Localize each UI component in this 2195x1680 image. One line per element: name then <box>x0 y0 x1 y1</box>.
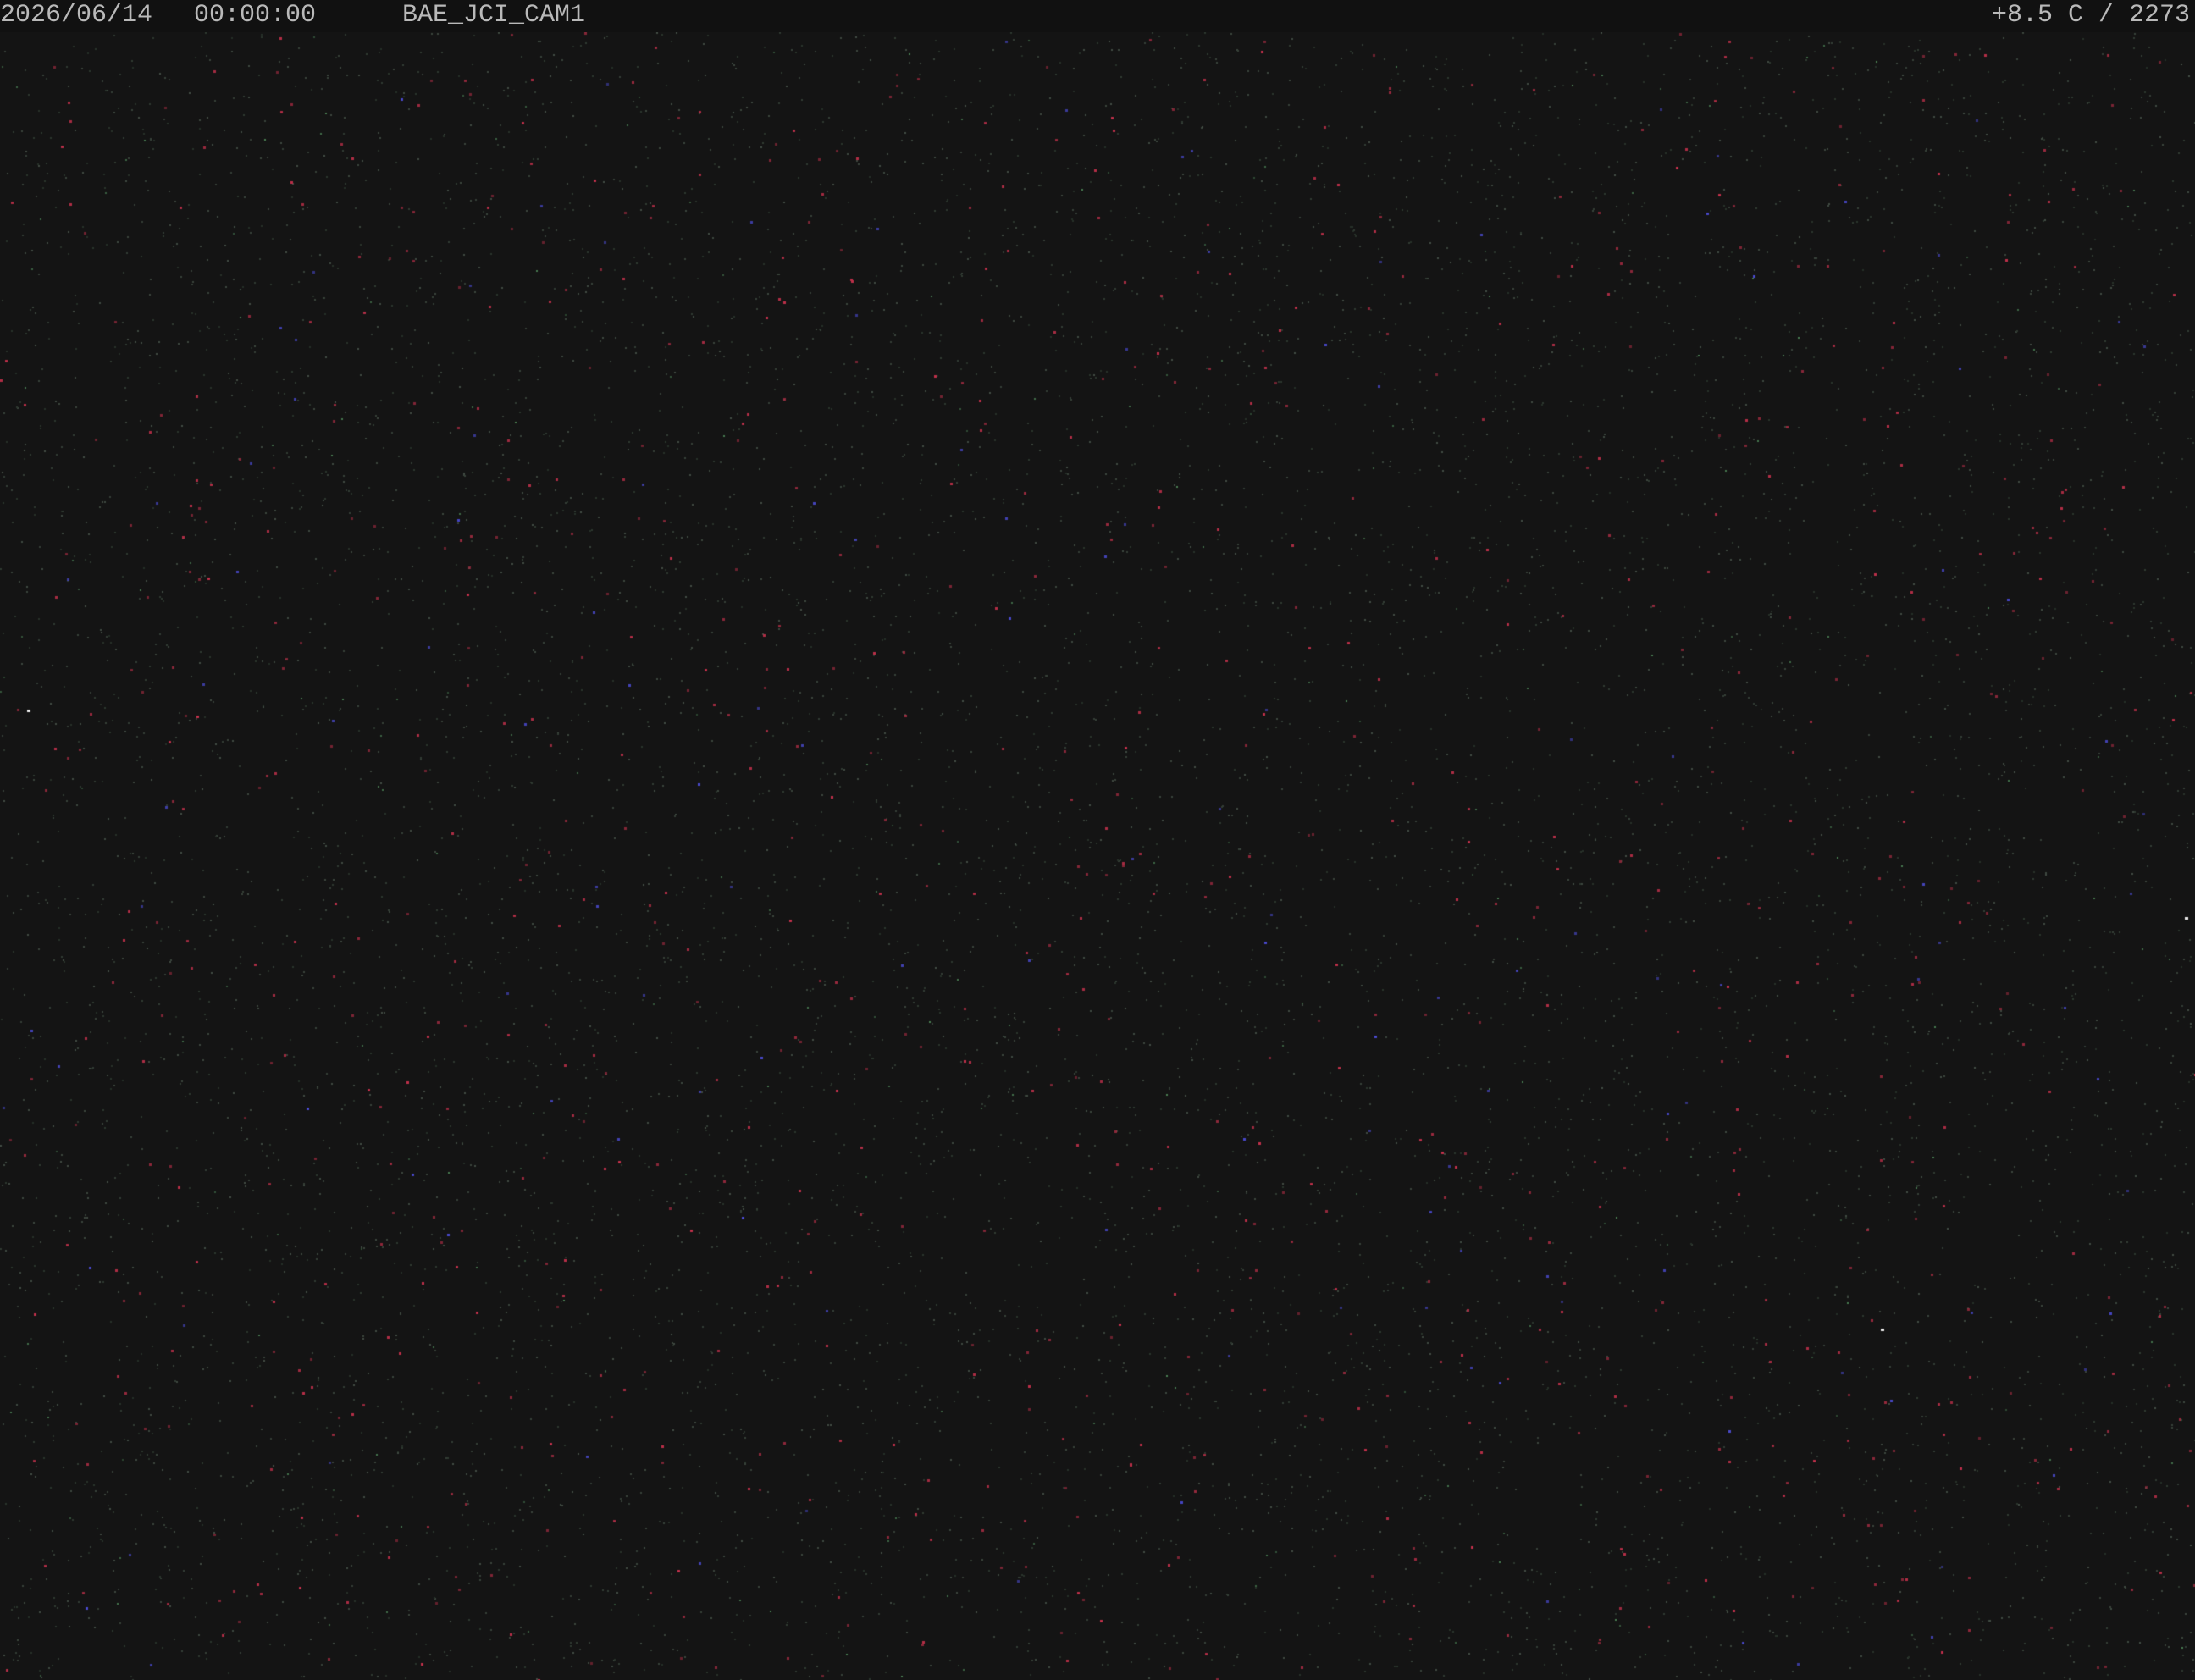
overlay-date: 2026/06/14 <box>0 1 153 30</box>
overlay-time: 00:00:00 <box>194 1 317 30</box>
overlay-camera-name: BAE_JCI_CAM1 <box>402 1 586 30</box>
overlay-temperature-readout: +8.5 C / 2273 <box>1991 1 2190 30</box>
overlay-status-bar: 2026/06/14 00:00:00 BAE_JCI_CAM1 +8.5 C … <box>0 0 2195 32</box>
camera-frame: 2026/06/14 00:00:00 BAE_JCI_CAM1 +8.5 C … <box>0 0 2195 1680</box>
night-sky-image <box>0 32 2195 1680</box>
